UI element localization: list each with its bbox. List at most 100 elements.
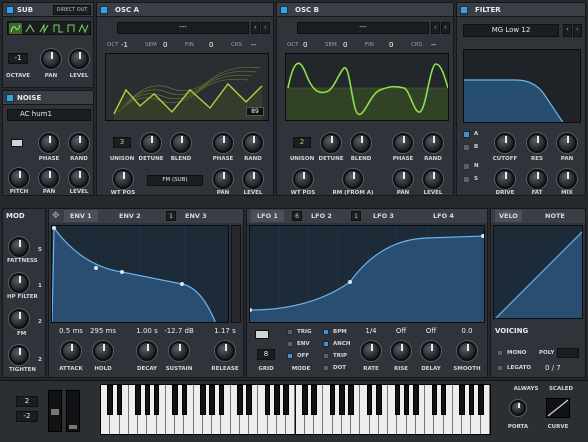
sub-power-toggle[interactable]: [6, 6, 14, 14]
pitch-wheel[interactable]: [48, 390, 62, 432]
direct-out-button[interactable]: DIRECT OUT: [53, 5, 91, 15]
legato-toggle[interactable]: [497, 365, 503, 371]
osc-a-unison-field[interactable]: 3: [113, 137, 131, 148]
noise-phase-knob[interactable]: [39, 133, 59, 153]
osc-a-blend-knob[interactable]: [171, 133, 191, 153]
osc-a-fm-selector[interactable]: FM (SUB): [147, 175, 203, 186]
porta-knob[interactable]: [510, 400, 526, 416]
filter-cutoff-knob[interactable]: [495, 133, 515, 153]
osc-b-blend-knob[interactable]: [351, 133, 371, 153]
lfo-dot-toggle[interactable]: [323, 365, 329, 371]
filter-next-button[interactable]: ›: [573, 24, 582, 37]
osc-a-wavetable-display[interactable]: 89: [105, 53, 269, 121]
osc-a-wavetable-selector[interactable]: ---: [117, 22, 249, 34]
macro-3-knob[interactable]: [9, 309, 29, 329]
black-key[interactable]: [274, 385, 280, 415]
poly-field[interactable]: [557, 348, 579, 358]
black-key[interactable]: [348, 385, 354, 415]
osc-a-detune-knob[interactable]: [141, 133, 161, 153]
black-key[interactable]: [477, 385, 484, 415]
black-key[interactable]: [209, 385, 215, 415]
osc-a-frame-value[interactable]: 89: [246, 107, 264, 116]
env-attack-value[interactable]: 0.5 ms: [59, 327, 83, 335]
curve-display[interactable]: [546, 398, 570, 418]
lfo-smooth-knob[interactable]: [457, 341, 477, 361]
keytrack-icon[interactable]: [11, 139, 23, 147]
lfo-mode-trig-toggle[interactable]: [287, 329, 293, 335]
move-icon[interactable]: ✥: [52, 211, 62, 221]
filter-type-selector[interactable]: MG Low 12: [463, 24, 559, 37]
macro-2-knob[interactable]: [9, 273, 29, 293]
filter-fat-knob[interactable]: [527, 169, 547, 189]
black-key[interactable]: [468, 385, 475, 415]
black-key[interactable]: [339, 385, 345, 415]
tab-env-2[interactable]: ENV 2: [119, 210, 141, 222]
tab-lfo-1[interactable]: LFO 1: [251, 210, 284, 222]
black-key[interactable]: [264, 385, 271, 415]
osc-b-wtpos-knob[interactable]: [293, 169, 313, 189]
lfo-preset-icon[interactable]: [255, 330, 269, 339]
env-zoom-scrollbar[interactable]: [231, 225, 241, 323]
osc-a-prev-button[interactable]: ‹: [251, 22, 260, 34]
lfo-anch-toggle[interactable]: [323, 341, 329, 347]
black-key[interactable]: [116, 385, 123, 415]
filter-prev-button[interactable]: ‹: [563, 24, 572, 37]
black-key[interactable]: [413, 385, 419, 415]
tab-lfo-3[interactable]: LFO 3: [373, 210, 394, 222]
env-hold-knob[interactable]: [93, 341, 113, 361]
lfo-rise-knob[interactable]: [391, 341, 411, 361]
lfo-rate-value[interactable]: 1/4: [365, 327, 376, 335]
tab-lfo-4[interactable]: LFO 4: [433, 210, 454, 222]
osc-b-unison-field[interactable]: 2: [293, 137, 311, 148]
filter-mix-knob[interactable]: [557, 169, 577, 189]
tab-env-1[interactable]: ENV 1: [64, 210, 98, 222]
filter-route-s-toggle[interactable]: [463, 176, 470, 183]
env-hold-value[interactable]: 295 ms: [90, 327, 116, 335]
osc-b-wavetable-selector[interactable]: ---: [297, 22, 429, 34]
black-key[interactable]: [172, 385, 178, 415]
macro-4-knob[interactable]: [9, 345, 29, 365]
env-sustain-value[interactable]: -12.7 dB: [164, 327, 194, 335]
env-graph[interactable]: [51, 225, 229, 323]
osc-b-waveform-display[interactable]: [285, 53, 449, 121]
lfo-delay-value[interactable]: Off: [426, 327, 436, 335]
black-key[interactable]: [218, 385, 225, 415]
osc-a-phase-knob[interactable]: [213, 133, 233, 153]
osc-b-crs-value[interactable]: --: [431, 41, 436, 49]
osc-a-wtpos-knob[interactable]: [113, 169, 133, 189]
noise-preset-selector[interactable]: AC hum1: [7, 109, 91, 121]
osc-b-power-toggle[interactable]: [280, 6, 288, 14]
black-key[interactable]: [283, 385, 289, 415]
osc-a-level-knob[interactable]: [243, 169, 263, 189]
tab-lfo-2[interactable]: LFO 2: [311, 210, 332, 222]
osc-a-sem-value[interactable]: 0: [163, 41, 167, 49]
black-key[interactable]: [107, 385, 114, 415]
black-key[interactable]: [246, 385, 252, 415]
osc-a-crs-value[interactable]: --: [251, 41, 256, 49]
filter-pan-knob[interactable]: [557, 133, 577, 153]
noise-pan-knob[interactable]: [39, 168, 59, 188]
black-key[interactable]: [431, 385, 438, 415]
lfo-bpm-toggle[interactable]: [323, 329, 329, 335]
black-key[interactable]: [440, 385, 447, 415]
env-decay-value[interactable]: 1.00 s: [136, 327, 157, 335]
osc-a-fin-value[interactable]: 0: [209, 41, 213, 49]
noise-pitch-knob[interactable]: [9, 168, 29, 188]
black-key[interactable]: [181, 385, 188, 415]
pitch-bend-up-field[interactable]: 2: [16, 396, 38, 407]
env-sustain-knob[interactable]: [169, 341, 189, 361]
black-key[interactable]: [200, 385, 206, 415]
env-attack-knob[interactable]: [61, 341, 81, 361]
filter-route-b-toggle[interactable]: [463, 144, 470, 151]
filter-response-display[interactable]: [463, 49, 581, 123]
lfo-delay-knob[interactable]: [421, 341, 441, 361]
lfo-mode-env-toggle[interactable]: [287, 341, 293, 347]
filter-route-n-toggle[interactable]: [463, 163, 470, 170]
osc-b-pan-knob[interactable]: [393, 169, 413, 189]
osc-b-next-button[interactable]: ›: [441, 22, 450, 34]
osc-a-pan-knob[interactable]: [213, 169, 233, 189]
lfo-rate-knob[interactable]: [361, 341, 381, 361]
sub-pan-knob[interactable]: [41, 49, 61, 69]
black-key[interactable]: [376, 385, 382, 415]
env-release-knob[interactable]: [215, 341, 235, 361]
